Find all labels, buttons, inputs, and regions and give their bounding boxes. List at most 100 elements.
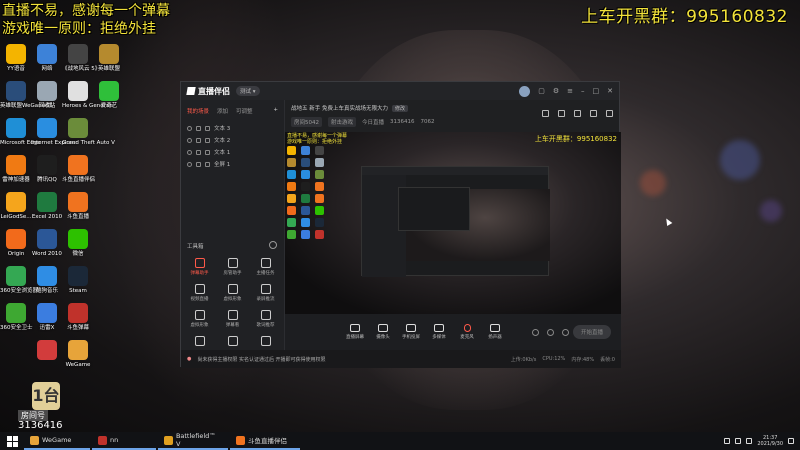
taskbar-task[interactable]: nn: [92, 432, 156, 450]
toolbox-item[interactable]: [249, 336, 282, 348]
desktop-icon[interactable]: Word 2010: [31, 229, 63, 258]
toolbox-item[interactable]: 房管助手: [216, 258, 249, 276]
desktop-icon[interactable]: 英雄联盟: [93, 44, 125, 73]
settings-icon[interactable]: ⚙: [553, 87, 559, 95]
desktop-icon[interactable]: 爱奇艺: [93, 81, 125, 110]
blank-icon: [6, 340, 26, 360]
desktop-icon[interactable]: Grand Theft Auto V: [62, 118, 115, 147]
tray-ime-icon[interactable]: [746, 438, 753, 444]
desktop-icon[interactable]: 斗鱼直播: [62, 192, 94, 221]
desktop-icon[interactable]: Internet Explorer: [31, 118, 78, 147]
desktop-icon[interactable]: 英雄联盟WeGame版: [0, 81, 52, 110]
toolbox-more-icon[interactable]: [269, 241, 277, 249]
desktop-icon[interactable]: 雷神加速器: [0, 155, 32, 184]
lock-icon[interactable]: [196, 161, 201, 167]
scene-row[interactable]: 文本 1: [187, 146, 278, 158]
desktop-icon[interactable]: 360安全浏览器: [0, 266, 38, 295]
source-button[interactable]: 手机投屏: [397, 324, 425, 340]
desktop-icon[interactable]: Excel 2010: [31, 192, 63, 221]
share-icon[interactable]: [542, 110, 549, 117]
desktop-icon-label: YY语音: [7, 66, 25, 72]
add-scene-icon[interactable]: +: [273, 107, 278, 115]
scene-row[interactable]: 文本 3: [187, 122, 278, 134]
toolbox-item[interactable]: 虚拟形象: [216, 284, 249, 302]
live-preview[interactable]: 直播不易，感谢每一个弹幕 游戏唯一原则：拒绝外挂 上车开黑群：995160832: [285, 132, 621, 314]
desktop-icon[interactable]: 迅雷X: [31, 303, 63, 332]
settings-gear-icon[interactable]: [561, 328, 569, 336]
toolbox-item[interactable]: 录屏推流: [249, 284, 282, 302]
desktop-icon[interactable]: Steam: [62, 266, 94, 295]
source-button[interactable]: 扬声器: [481, 324, 509, 340]
toolbox-item[interactable]: [216, 336, 249, 348]
close-icon[interactable]: ✕: [607, 87, 613, 95]
dropped-frames: 丢帧:0: [600, 356, 615, 363]
desktop-icon[interactable]: 回收站: [31, 81, 63, 110]
scene-row[interactable]: 文本 2: [187, 134, 278, 146]
chat-icon[interactable]: [606, 110, 613, 117]
gift-icon[interactable]: [574, 110, 581, 117]
toolbox-item[interactable]: 歌词推荐: [249, 310, 282, 328]
toolbox-item[interactable]: 弹幕助手: [183, 258, 216, 276]
avatar-tool-icon: [227, 284, 238, 294]
desktop-icon[interactable]: WeGame: [62, 340, 94, 369]
user-avatar[interactable]: [519, 85, 531, 97]
scene-row[interactable]: 全屏 1: [187, 158, 278, 170]
desktop-icon[interactable]: Heroes & Generals: [62, 81, 114, 110]
taskbar-task[interactable]: 斗鱼直播伴侣: [230, 432, 300, 450]
maximize-icon[interactable]: □: [593, 87, 600, 95]
desktop-icon[interactable]: 360安全卫士: [0, 303, 33, 332]
source-button[interactable]: 多媒体: [425, 324, 453, 340]
visibility-icon[interactable]: [187, 149, 192, 155]
desktop-icon[interactable]: Microsoft Edge: [0, 118, 41, 147]
preview-desktop-icon: [315, 230, 324, 239]
lock-icon[interactable]: [196, 149, 201, 155]
desktop-icon[interactable]: 《战地风云 5》: [62, 44, 100, 73]
tab-adjust[interactable]: 可调整: [236, 107, 253, 115]
clock[interactable]: 21:37 2021/9/30: [757, 435, 783, 447]
taskbar-task[interactable]: Battlefield™ V: [158, 432, 228, 450]
desktop-icon[interactable]: Origin: [0, 229, 32, 258]
tab-add[interactable]: 添加: [217, 107, 228, 115]
taskbar-task[interactable]: WeGame: [24, 432, 90, 450]
desktop-icon[interactable]: 腾讯QQ: [31, 155, 63, 184]
desktop-icon[interactable]: 酷狗音乐: [31, 266, 63, 295]
tray-network-icon[interactable]: [724, 438, 731, 444]
toolbox-item[interactable]: 虚拟形象: [183, 310, 216, 328]
record-icon[interactable]: [531, 328, 539, 336]
desktop-icon[interactable]: 斗鱼直播伴侣: [62, 155, 95, 184]
toolbox-item[interactable]: [183, 336, 216, 348]
source-button[interactable]: 直播屏幕: [341, 324, 369, 340]
tray-volume-icon[interactable]: [735, 438, 742, 444]
start-live-button[interactable]: 开始直播: [572, 325, 611, 339]
lock-icon[interactable]: [196, 137, 201, 143]
version-pill[interactable]: 测试 ▾: [236, 86, 260, 96]
edit-title-button[interactable]: 修改: [392, 104, 409, 112]
desktop-icon[interactable]: [31, 340, 63, 362]
start-button[interactable]: [4, 433, 20, 449]
toolbox-item[interactable]: 主播任务: [249, 258, 282, 276]
minimize-icon[interactable]: –: [581, 87, 585, 95]
desktop-icon[interactable]: 微信: [62, 229, 94, 258]
visibility-icon[interactable]: [187, 137, 192, 143]
desktop-icon[interactable]: 斗鱼弹幕: [62, 303, 94, 332]
tab-my-scenes[interactable]: 我的场景: [187, 107, 209, 115]
menu-icon[interactable]: ≡: [567, 87, 573, 95]
toolbox-item[interactable]: 弹幕看: [216, 310, 249, 328]
notice-icon[interactable]: [590, 110, 597, 117]
desktop-icon[interactable]: YY语音: [0, 44, 32, 73]
source-button[interactable]: 麦克风: [453, 324, 481, 340]
desktop-icon[interactable]: LeiGodSe...: [0, 192, 32, 221]
source-button[interactable]: 摄像头: [369, 324, 397, 340]
visibility-icon[interactable]: [187, 125, 192, 131]
help-icon[interactable]: [546, 328, 554, 336]
fans-icon[interactable]: [558, 110, 565, 117]
visibility-icon[interactable]: [187, 161, 192, 167]
desktop-icon[interactable]: 网络: [31, 44, 63, 73]
notification-icon[interactable]: [788, 438, 794, 444]
toolbox-item[interactable]: 视频直播: [183, 284, 216, 302]
stream-title[interactable]: 战地五 新手 免费上车真实战场无限大力: [291, 104, 388, 112]
toolbox-item-label: 视频直播: [190, 297, 209, 302]
message-icon[interactable]: ▢: [538, 87, 545, 95]
lock-icon[interactable]: [196, 125, 201, 131]
category-select[interactable]: 射击游戏: [328, 117, 357, 127]
